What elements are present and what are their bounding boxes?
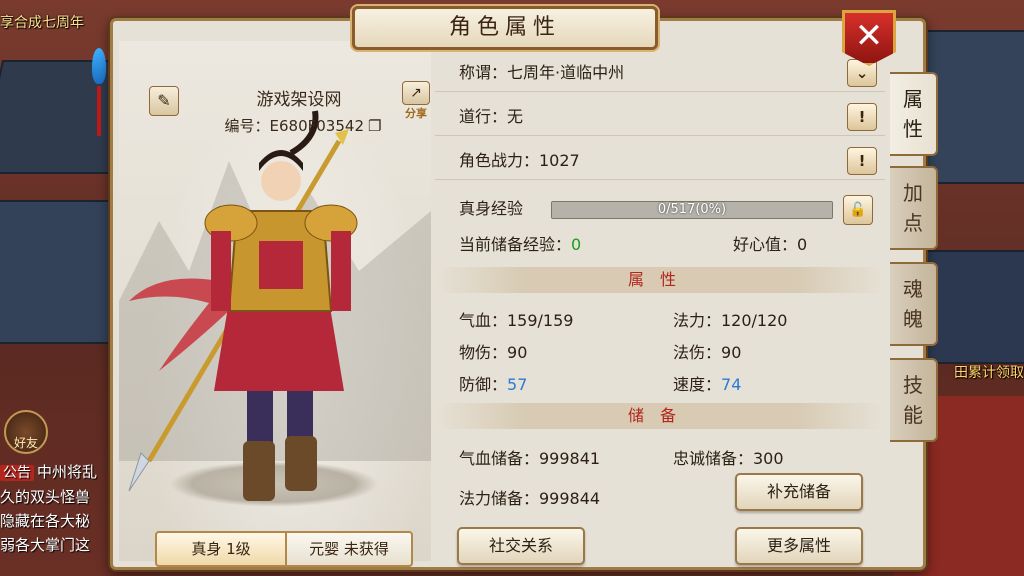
more-attributes-button[interactable]: 更多属性: [735, 527, 863, 565]
side-tab-soul[interactable]: 魂魄: [890, 262, 938, 346]
side-tab-skills[interactable]: 技能: [890, 358, 938, 442]
exclamation-icon: !: [858, 108, 866, 126]
mp-stat: 法力：120/120: [673, 311, 788, 330]
phys-atk-stat: 物伤：90: [459, 339, 527, 363]
kindness-value: 好心值：0: [733, 235, 808, 254]
share-label: 分享: [405, 107, 427, 120]
copy-icon[interactable]: ❐: [368, 117, 381, 135]
character-id: 编号：E680F03542 ❐: [203, 115, 403, 136]
tab-true-body[interactable]: 真身 1级: [155, 531, 287, 567]
window-title: 角色属性: [448, 15, 561, 40]
stored-exp: 当前储备经验：0: [459, 229, 581, 261]
chat-line: 弱各大掌门这: [0, 536, 91, 554]
daoxing-row: 道行：无 !: [435, 99, 885, 136]
daoxing-text: 道行：无: [459, 107, 524, 126]
character-display: ✎ 游戏架设网 编号：E680F03542 ❐ ↗ 分享 真身 1级 元婴 未获得: [119, 41, 431, 567]
mp-reserve: 法力储备：999844: [459, 489, 601, 508]
attributes-heading: 属性: [435, 267, 885, 293]
phys-atk-label: 物伤：: [459, 343, 508, 362]
daoxing-info-button[interactable]: !: [847, 103, 877, 131]
exp-progress-bar: 0/517(0%): [551, 201, 833, 219]
friend-button[interactable]: 好友: [4, 410, 48, 454]
form-tabs: 真身 1级 元婴 未获得: [155, 531, 413, 567]
power-text: 角色战力：1027: [459, 151, 580, 170]
stored-exp-value: 0: [571, 235, 582, 254]
stored-exp-row: 当前储备经验：0 好心值：0: [435, 229, 885, 261]
chat-text: 中州将乱: [37, 463, 98, 481]
chat-line: 公告 中州将乱: [0, 460, 120, 485]
stored-exp-label: 当前储备经验：: [459, 235, 572, 254]
edit-name-button[interactable]: ✎: [149, 86, 179, 116]
exp-row: 真身经验 0/517(0%) 🔓: [435, 191, 885, 227]
reserve-heading: 储备: [435, 403, 885, 429]
speed-stat: 速度：74: [673, 371, 741, 395]
defense-stat: 防御：57: [459, 371, 527, 395]
loyalty-reserve: 忠诚储备：300: [673, 449, 784, 468]
announcement-tag: 公告: [0, 465, 34, 481]
speed-label: 速度：: [673, 375, 722, 394]
tab-nascent-soul[interactable]: 元婴 未获得: [285, 531, 413, 567]
lantern-icon: [92, 48, 106, 84]
friend-label: 好友: [13, 436, 38, 450]
power-info-button[interactable]: !: [847, 147, 877, 175]
chat-line: 隐藏在各大秘: [0, 512, 91, 530]
phys-atk-value: 90: [507, 343, 528, 362]
defense-value: 57: [507, 375, 528, 394]
speed-value: 74: [721, 375, 742, 394]
exp-lock-button[interactable]: 🔓: [843, 195, 873, 225]
social-relations-button[interactable]: 社交关系: [457, 527, 585, 565]
top-banner-text: 享合成七周年: [0, 15, 84, 31]
title-row: 称谓：七周年·道临中州 ⌄: [435, 55, 885, 92]
window-title-bar: 角色属性: [352, 6, 658, 50]
side-tab-label: 属性: [903, 87, 923, 141]
exp-label: 真身经验: [459, 199, 524, 218]
side-tab-add-points[interactable]: 加点: [890, 166, 938, 250]
chat-panel[interactable]: 公告 中州将乱 久的双头怪兽 隐藏在各大秘 弱各大掌门这: [0, 460, 120, 557]
right-banner-text: 田累计领取: [954, 365, 1024, 381]
side-tab-label: 技能: [903, 373, 923, 427]
hp-stat: 气血：159/159: [459, 311, 574, 330]
exp-progress-text: 0/517(0%): [657, 202, 727, 217]
mag-atk-stat: 法伤：90: [673, 339, 741, 363]
mag-atk-label: 法伤：: [673, 343, 722, 362]
side-tab-label: 加点: [903, 181, 923, 235]
chat-line: 久的双头怪兽: [0, 488, 91, 506]
chevron-down-icon: ⌄: [855, 64, 869, 82]
title-text: 称谓：七周年·道临中州: [459, 63, 625, 82]
unlock-icon: 🔓: [849, 202, 867, 218]
share-icon: ↗: [402, 81, 430, 105]
pencil-icon: ✎: [157, 91, 171, 110]
defense-label: 防御：: [459, 375, 508, 394]
tassel-decoration: [97, 86, 101, 136]
mag-atk-value: 90: [721, 343, 742, 362]
power-row: 角色战力：1027 !: [435, 143, 885, 180]
close-icon: ✕: [854, 16, 884, 56]
character-id-text: 编号：E680F03542: [224, 117, 364, 135]
hp-reserve: 气血储备：999841: [459, 449, 601, 468]
replenish-reserve-button[interactable]: 补充储备: [735, 473, 863, 511]
character-attributes-panel: ✎ 游戏架设网 编号：E680F03542 ❐ ↗ 分享 真身 1级 元婴 未获得…: [110, 18, 926, 570]
character-name: 游戏架设网: [256, 90, 342, 110]
side-tab-attributes[interactable]: 属性: [890, 72, 938, 156]
side-tab-label: 魂魄: [903, 277, 923, 331]
share-button[interactable]: ↗ 分享: [401, 81, 431, 121]
exclamation-icon: !: [858, 152, 866, 170]
attribute-info: 称谓：七周年·道临中州 ⌄ 道行：无 ! 角色战力：1027 ! 真身经验 0/…: [435, 45, 895, 565]
